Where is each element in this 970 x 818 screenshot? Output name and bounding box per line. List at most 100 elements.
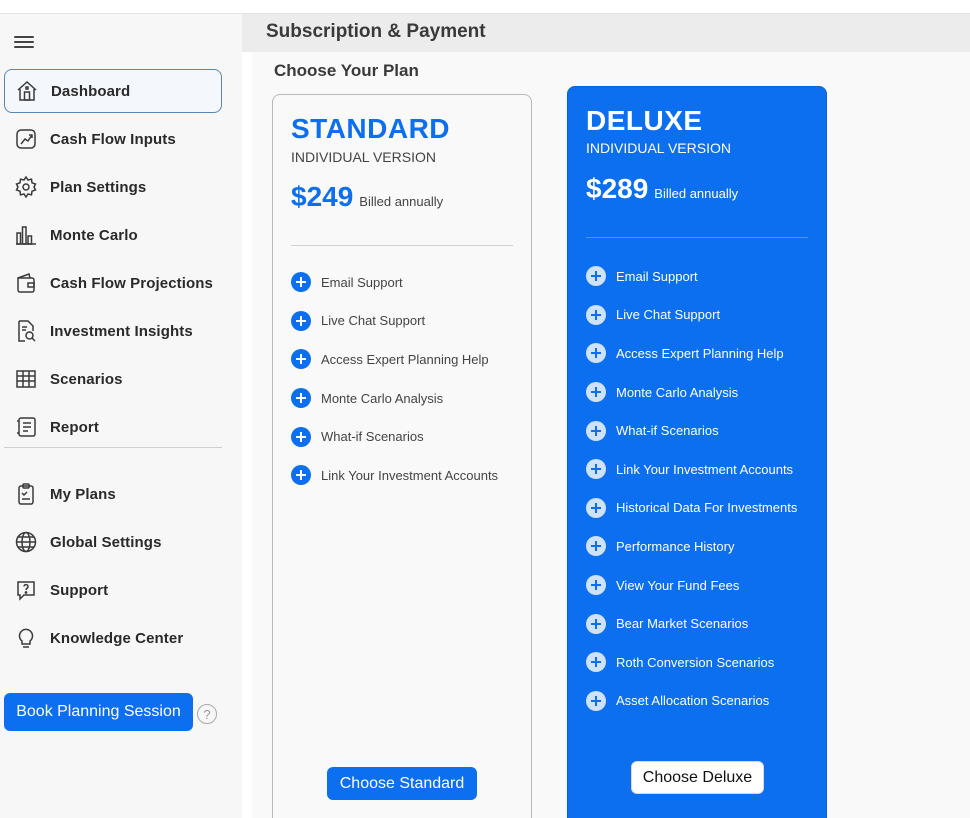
card-divider xyxy=(586,237,808,238)
feature-label: Access Expert Planning Help xyxy=(321,351,489,367)
feature-item: Live Chat Support xyxy=(586,296,797,335)
price-row: $249 Billed annually xyxy=(291,181,443,213)
menu-toggle-icon[interactable] xyxy=(14,34,38,50)
feature-label: Link Your Investment Accounts xyxy=(616,461,794,477)
sidebar-item-label: Cash Flow Projections xyxy=(50,274,213,292)
sidebar-item-label: Monte Carlo xyxy=(50,226,138,244)
billing-note: Billed annually xyxy=(359,194,444,209)
bar-chart-icon xyxy=(14,223,38,247)
billing-note: Billed annually xyxy=(654,186,739,201)
feature-label: Roth Conversion Scenarios xyxy=(616,654,775,670)
sidebar-item-support[interactable]: Support xyxy=(4,568,222,612)
plus-icon xyxy=(586,343,606,364)
feature-list: Email Support Live Chat Support Access E… xyxy=(291,263,498,495)
wallet-icon xyxy=(14,271,38,295)
page-title: Subscription & Payment xyxy=(266,21,486,42)
feature-label: View Your Fund Fees xyxy=(616,577,740,593)
plus-icon xyxy=(291,426,311,447)
price-row: $289 Billed annually xyxy=(586,173,738,205)
plus-icon xyxy=(586,497,606,518)
sidebar-item-label: Global Settings xyxy=(50,533,162,551)
plan-version: INDIVIDUAL VERSION xyxy=(291,149,436,165)
plus-icon xyxy=(586,690,606,711)
feature-list: Email Support Live Chat Support Access E… xyxy=(586,257,797,720)
plus-icon xyxy=(586,652,606,673)
feature-label: Live Chat Support xyxy=(616,307,721,323)
plus-icon xyxy=(586,459,606,480)
sidebar-item-label: Scenarios xyxy=(50,370,123,388)
feature-item: What-if Scenarios xyxy=(291,417,498,456)
sidebar-item-cash-flow-projections[interactable]: Cash Flow Projections xyxy=(4,261,222,305)
question-bubble-icon xyxy=(14,578,38,602)
sidebar-item-global-settings[interactable]: Global Settings xyxy=(4,520,222,564)
clipboard-icon xyxy=(14,482,38,506)
book-planning-session-button[interactable]: Book Planning Session xyxy=(4,693,193,731)
feature-label: Monte Carlo Analysis xyxy=(616,384,739,400)
plus-icon xyxy=(586,575,606,596)
sidebar-item-label: Dashboard xyxy=(51,82,131,100)
feature-item: Access Expert Planning Help xyxy=(291,340,498,379)
page-header: Subscription & Payment xyxy=(242,14,970,52)
deluxe-plan-card: DELUXE INDIVIDUAL VERSION $289 Billed an… xyxy=(567,86,827,818)
feature-item: Email Support xyxy=(291,263,498,302)
feature-label: What-if Scenarios xyxy=(616,423,719,439)
plus-icon xyxy=(291,310,311,331)
feature-item: Live Chat Support xyxy=(291,302,498,341)
plus-icon xyxy=(586,382,606,403)
help-icon[interactable]: ? xyxy=(197,704,217,724)
sidebar-item-plan-settings[interactable]: Plan Settings xyxy=(4,165,222,209)
choose-deluxe-button[interactable]: Choose Deluxe xyxy=(631,761,764,794)
report-icon xyxy=(14,415,38,439)
feature-item: Bear Market Scenarios xyxy=(586,604,797,643)
feature-item: Link Your Investment Accounts xyxy=(586,450,797,489)
sidebar-item-scenarios[interactable]: Scenarios xyxy=(4,357,222,401)
standard-plan-card: STANDARD INDIVIDUAL VERSION $249 Billed … xyxy=(272,94,532,818)
sidebar-item-cash-flow-inputs[interactable]: Cash Flow Inputs xyxy=(4,117,222,161)
sidebar-item-label: My Plans xyxy=(50,485,116,503)
sidebar-item-label: Cash Flow Inputs xyxy=(50,130,176,148)
feature-item: Access Expert Planning Help xyxy=(586,334,797,373)
document-search-icon xyxy=(14,319,38,343)
choose-standard-button[interactable]: Choose Standard xyxy=(327,767,477,800)
feature-label: Performance History xyxy=(616,538,735,554)
feature-label: What-if Scenarios xyxy=(321,429,424,445)
sidebar-item-dashboard[interactable]: Dashboard xyxy=(4,69,222,113)
feature-label: Monte Carlo Analysis xyxy=(321,390,444,406)
trend-chart-icon xyxy=(14,127,38,151)
feature-item: Monte Carlo Analysis xyxy=(291,379,498,418)
feature-label: Link Your Investment Accounts xyxy=(321,467,499,483)
card-divider xyxy=(291,245,513,246)
feature-item: Asset Allocation Scenarios xyxy=(586,682,797,721)
plan-price: $249 xyxy=(291,181,354,212)
plus-icon xyxy=(586,536,606,557)
feature-label: Email Support xyxy=(321,274,403,290)
plan-version: INDIVIDUAL VERSION xyxy=(586,140,731,156)
sidebar-item-report[interactable]: Report xyxy=(4,405,222,449)
feature-item: Email Support xyxy=(586,257,797,296)
sidebar-item-my-plans[interactable]: My Plans xyxy=(4,472,222,516)
sidebar-item-label: Plan Settings xyxy=(50,178,147,196)
plan-name: STANDARD xyxy=(291,113,451,144)
table-icon xyxy=(14,367,38,391)
home-icon xyxy=(15,79,39,103)
feature-label: Access Expert Planning Help xyxy=(616,345,784,361)
feature-item: Performance History xyxy=(586,527,797,566)
feature-item: Monte Carlo Analysis xyxy=(586,373,797,412)
plus-icon xyxy=(586,613,606,634)
plus-icon xyxy=(291,388,311,409)
plus-icon xyxy=(586,266,606,287)
sidebar-item-knowledge-center[interactable]: Knowledge Center xyxy=(4,616,222,660)
feature-item: What-if Scenarios xyxy=(586,411,797,450)
feature-item: Link Your Investment Accounts xyxy=(291,456,498,495)
plus-icon xyxy=(586,420,606,441)
sidebar-item-monte-carlo[interactable]: Monte Carlo xyxy=(4,213,222,257)
sidebar-item-investment-insights[interactable]: Investment Insights xyxy=(4,309,222,353)
plus-icon xyxy=(291,272,311,293)
plus-icon xyxy=(586,304,606,325)
lightbulb-icon xyxy=(14,626,38,650)
section-title: Choose Your Plan xyxy=(274,61,419,80)
feature-label: Live Chat Support xyxy=(321,313,426,329)
feature-label: Bear Market Scenarios xyxy=(616,616,749,632)
feature-label: Asset Allocation Scenarios xyxy=(616,693,770,709)
sidebar-item-label: Report xyxy=(50,418,99,436)
